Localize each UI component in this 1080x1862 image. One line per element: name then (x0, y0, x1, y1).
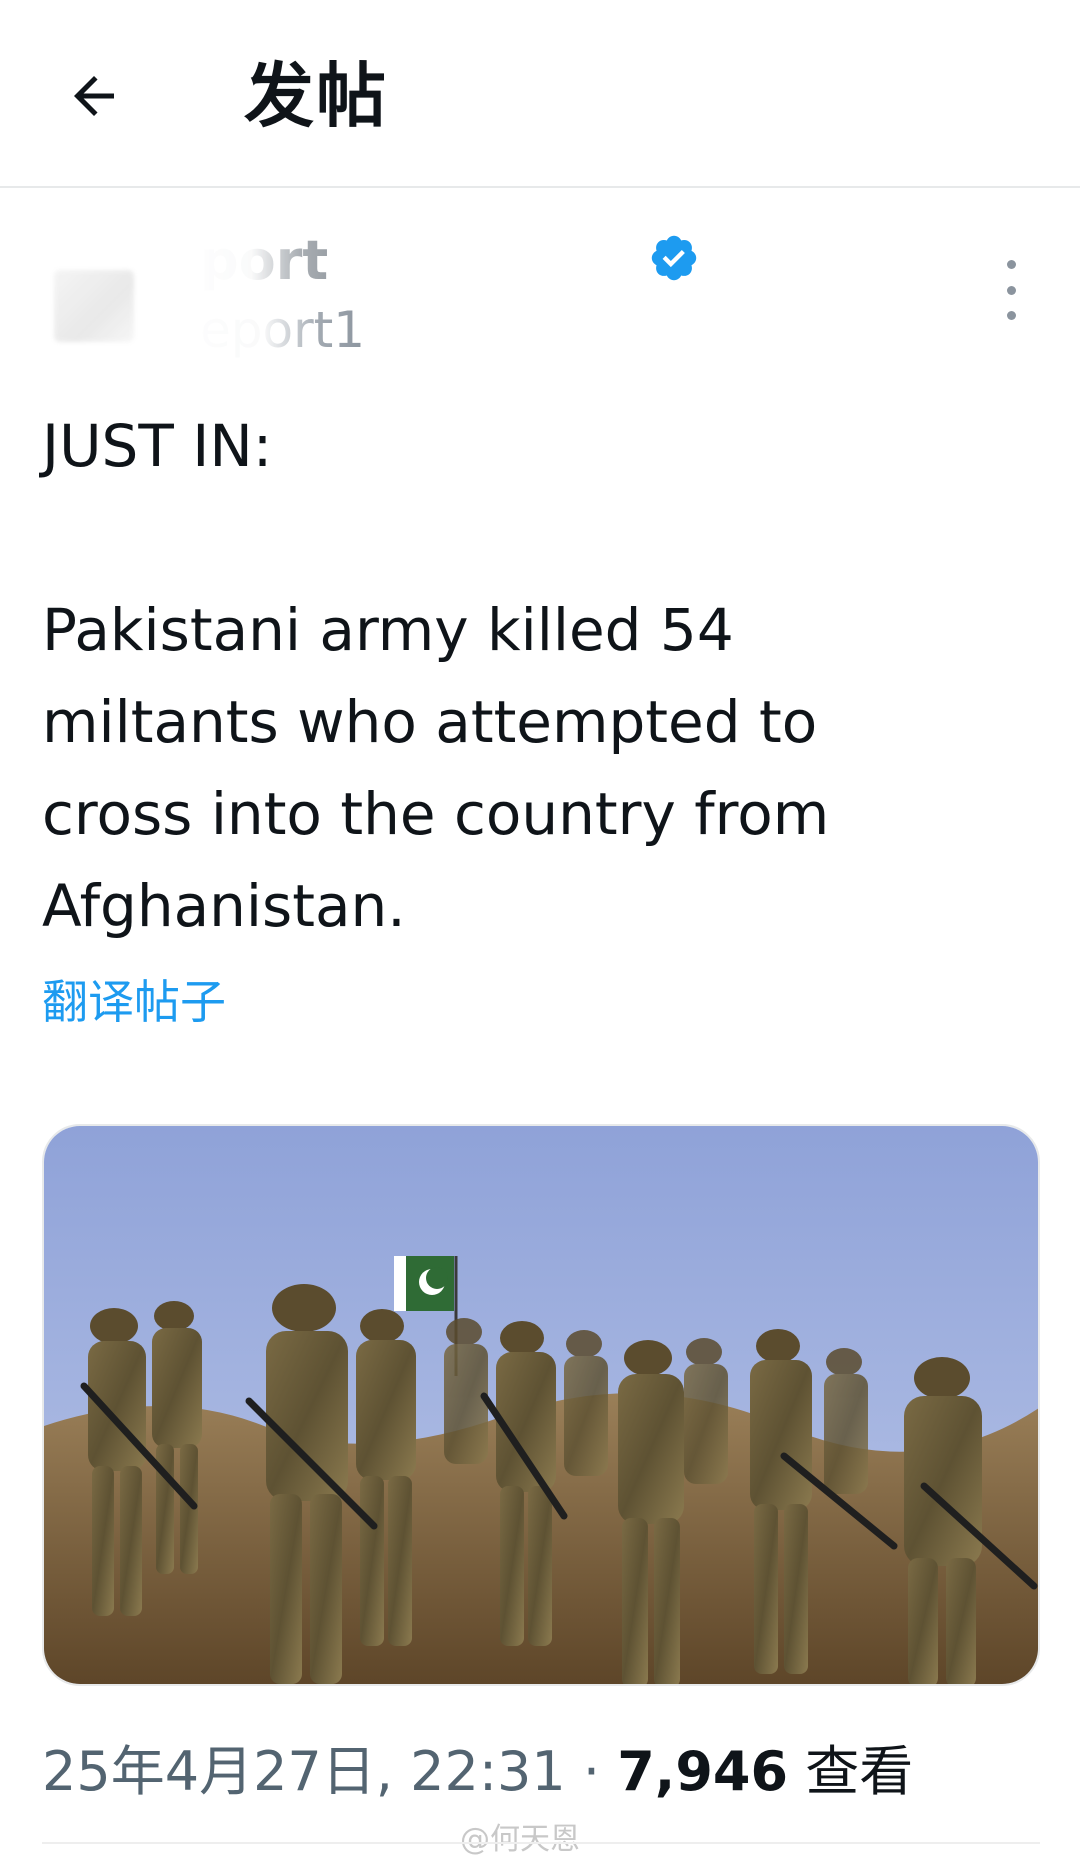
arrow-left-icon (74, 76, 114, 116)
watermark: @何天恩 (460, 1822, 580, 1857)
post-author: port eport1 (0, 210, 1080, 360)
more-options-button[interactable] (996, 260, 1026, 320)
author-display-name[interactable]: port (200, 226, 328, 296)
post-media-image[interactable] (42, 1124, 1040, 1686)
views-label: 查看 (805, 1740, 914, 1803)
post-timestamp[interactable]: 25年4月27日, 22:31 (42, 1740, 566, 1803)
post-meta: 25年4月27日, 22:31 · 7,946 查看 (42, 1736, 913, 1808)
more-vertical-icon (1006, 260, 1016, 269)
verified-badge-icon (651, 235, 697, 281)
author-handle[interactable]: eport1 (200, 298, 365, 362)
avatar[interactable] (54, 270, 134, 342)
page-title: 发帖 (244, 55, 388, 137)
soldiers-photo (44, 1126, 1038, 1684)
views-count[interactable]: 7,946 (617, 1740, 788, 1803)
divider (42, 1842, 1040, 1844)
translate-post-link[interactable]: 翻译帖子 (42, 970, 226, 1034)
back-button[interactable] (56, 58, 132, 134)
post-body-text: JUST IN: Pakistani army killed 54 miltan… (42, 412, 830, 940)
meta-separator: · (565, 1740, 618, 1803)
top-app-bar: 发帖 (0, 0, 1080, 188)
